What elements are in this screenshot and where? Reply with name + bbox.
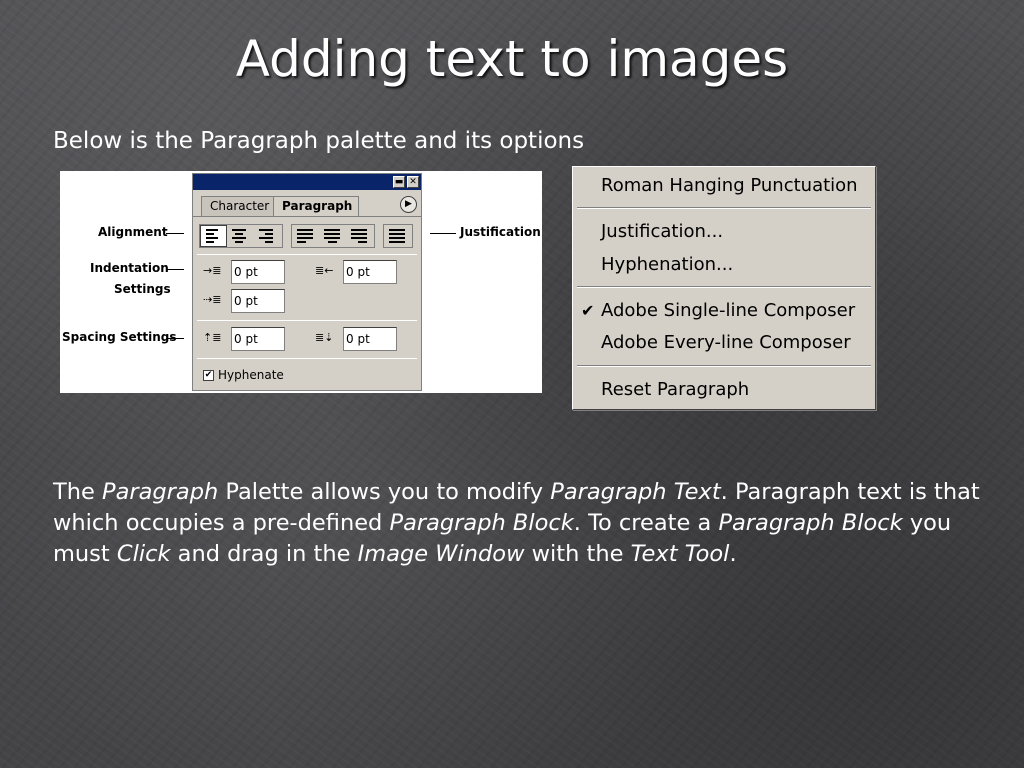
section-divider — [197, 254, 417, 255]
menu-item-reset-paragraph[interactable]: Reset Paragraph — [601, 379, 749, 400]
menu-separator — [577, 365, 871, 367]
body-paragraph: The Paragraph Palette allows you to modi… — [53, 477, 983, 570]
justify-right-button[interactable] — [346, 225, 373, 247]
left-indent-field[interactable]: 0 pt — [231, 260, 285, 284]
callout-indentation: Indentation — [90, 261, 169, 275]
space-before-field[interactable]: 0 pt — [231, 327, 285, 351]
body-text-segment: with the — [524, 541, 631, 567]
align-center-button[interactable] — [227, 225, 254, 247]
checkmark-icon: ✔ — [581, 301, 595, 320]
section-divider — [197, 320, 417, 321]
align-left-button[interactable] — [200, 225, 227, 247]
body-text-emphasis: Paragraph — [102, 479, 219, 505]
body-text-emphasis: Paragraph Block — [718, 510, 903, 536]
first-line-indent-icon: ⇢≣ — [203, 293, 222, 306]
body-text-emphasis: Click — [116, 541, 171, 567]
callout-justification: Justification — [460, 225, 541, 239]
callout-line — [166, 233, 184, 234]
body-text-segment: Palette allows you to modify — [218, 479, 551, 505]
right-indent-icon: ≣← — [315, 264, 334, 277]
paragraph-options-menu: Roman Hanging Punctuation Justification.… — [572, 166, 876, 410]
menu-item-hyphenation[interactable]: Hyphenation... — [601, 254, 733, 275]
paragraph-palette-window: ▬ ✕ Character Paragraph ▶ →≣ 0 pt ≣← 0 p… — [192, 173, 422, 391]
intro-text: Below is the Paragraph palette and its o… — [53, 128, 585, 154]
justify-left-button[interactable] — [292, 225, 319, 247]
hyphenate-label: Hyphenate — [218, 368, 284, 382]
align-right-button[interactable] — [254, 225, 281, 247]
paragraph-palette-figure: Alignment Indentation Settings Spacing S… — [60, 171, 542, 393]
callout-line — [430, 233, 456, 234]
palette-menu-arrow-icon[interactable]: ▶ — [400, 196, 417, 213]
body-text-emphasis: Image Window — [357, 541, 525, 567]
menu-item-justification[interactable]: Justification... — [601, 221, 723, 242]
menu-item-roman-hanging-punctuation[interactable]: Roman Hanging Punctuation — [601, 175, 858, 196]
tab-divider — [193, 216, 421, 217]
space-before-icon: ⇡≣ — [203, 331, 222, 344]
right-indent-field[interactable]: 0 pt — [343, 260, 397, 284]
justify-center-button[interactable] — [319, 225, 346, 247]
body-text-emphasis: Text Tool — [630, 541, 730, 567]
callout-line — [166, 269, 184, 270]
palette-titlebar[interactable]: ▬ ✕ — [193, 174, 421, 190]
body-text-segment: . — [729, 541, 737, 567]
callout-spacing: Spacing Settings — [62, 330, 177, 344]
menu-separator — [577, 207, 871, 209]
section-divider — [197, 358, 417, 359]
menu-item-single-line-composer[interactable]: Adobe Single-line Composer — [601, 300, 855, 321]
callout-line — [166, 338, 184, 339]
hyphenate-checkbox-row[interactable]: ✔ Hyphenate — [203, 368, 284, 382]
hyphenate-checkbox[interactable]: ✔ — [203, 369, 214, 381]
space-after-icon: ≣⇣ — [315, 331, 334, 344]
body-text-segment: and drag in the — [170, 541, 358, 567]
menu-item-every-line-composer[interactable]: Adobe Every-line Composer — [601, 332, 851, 353]
body-text-emphasis: Paragraph Text — [550, 479, 721, 505]
first-line-indent-field[interactable]: 0 pt — [231, 289, 285, 313]
body-text-segment: The — [53, 479, 102, 505]
tab-character[interactable]: Character — [201, 196, 275, 216]
justify-all-button-group — [383, 224, 413, 248]
tab-paragraph[interactable]: Paragraph — [273, 196, 359, 216]
alignment-button-group — [199, 224, 283, 248]
body-text-emphasis: Paragraph Block — [389, 510, 574, 536]
body-text-segment: . To create a — [573, 510, 719, 536]
menu-separator — [577, 286, 871, 288]
justify-all-button[interactable] — [384, 225, 411, 247]
callout-indentation-settings: Settings — [114, 282, 171, 296]
close-icon[interactable]: ✕ — [407, 176, 419, 188]
justify-button-group — [291, 224, 375, 248]
minimize-icon[interactable]: ▬ — [393, 176, 405, 188]
space-after-field[interactable]: 0 pt — [343, 327, 397, 351]
left-indent-icon: →≣ — [203, 264, 222, 277]
slide-title: Adding text to images — [235, 30, 789, 88]
callout-alignment: Alignment — [98, 225, 168, 239]
